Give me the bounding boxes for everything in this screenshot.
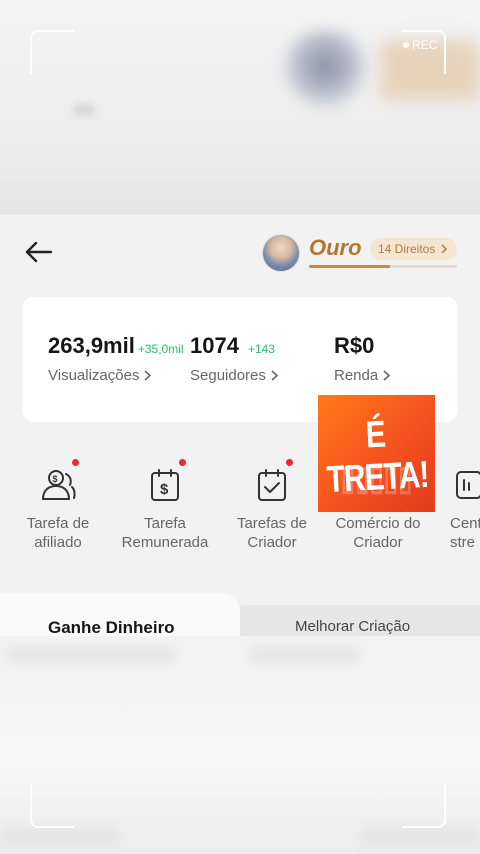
blurred-content	[360, 826, 480, 848]
blurred-text	[74, 104, 94, 116]
level-progress-bar	[309, 265, 457, 268]
notification-dot	[179, 459, 186, 466]
stat-value: 263,9mil	[48, 333, 135, 358]
tab-bar: Ganhe Dinheiro Melhorar Criação	[0, 593, 480, 645]
tab-label: Ganhe Dinheiro	[48, 618, 175, 637]
sticker-text-shadow: ▯▯▯▯▯	[340, 458, 413, 498]
stat-label: Renda	[334, 367, 379, 384]
blurred-content	[250, 646, 360, 664]
blurred-content	[0, 826, 120, 848]
avatar[interactable]	[262, 234, 300, 272]
blurred-background-top	[0, 0, 480, 215]
stat-views-link[interactable]: Visualizações	[48, 367, 184, 384]
treta-sticker-image: É TRETA! ▯▯▯▯▯	[318, 395, 435, 512]
tool-label: Tarefa de afiliado	[26, 515, 90, 551]
notification-dot	[72, 459, 79, 466]
blurred-background-bottom	[0, 636, 480, 854]
svg-text:$: $	[53, 474, 58, 484]
chevron-right-icon	[271, 370, 278, 381]
stat-followers-link[interactable]: Seguidores	[190, 367, 278, 384]
stat-value: 1074	[190, 333, 239, 358]
tool-live-center[interactable]: Cent stre	[432, 465, 480, 552]
stat-value: R$0	[334, 333, 375, 358]
level-progress-fill	[309, 265, 391, 268]
recording-label: REC	[412, 38, 438, 52]
stat-label: Visualizações	[48, 367, 140, 384]
back-arrow-icon	[25, 241, 53, 263]
tool-label: Tarefas de Criador	[236, 515, 308, 551]
chevron-right-icon	[144, 370, 152, 381]
stat-delta: +143	[247, 342, 275, 356]
dollar-calendar-icon: $	[145, 459, 186, 505]
recording-dot-icon	[403, 42, 409, 48]
stat-income: R$0 Renda	[334, 333, 391, 384]
notification-dot	[286, 459, 293, 466]
chevron-right-icon	[383, 370, 391, 381]
affiliate-people-dollar-icon: $	[38, 459, 79, 505]
chevron-right-icon	[441, 244, 448, 254]
stat-delta: +35,0mil	[137, 342, 184, 356]
stat-income-link[interactable]: Renda	[334, 367, 391, 384]
live-center-icon	[450, 465, 480, 505]
tool-label: Cent stre	[450, 515, 480, 551]
level-name: Ouro	[309, 235, 362, 260]
tab-earn-money[interactable]: Ganhe Dinheiro	[0, 593, 240, 638]
creator-center-panel: Ouro 14 Direitos 263,9mil +35,0mil Visua…	[0, 215, 480, 635]
tool-label: Tarefa Remunerada	[121, 515, 209, 551]
rights-button[interactable]: 14 Direitos	[370, 238, 458, 260]
svg-text:$: $	[160, 481, 169, 498]
tool-label: Comércio do Criador	[335, 515, 421, 551]
header: Ouro 14 Direitos	[0, 215, 480, 285]
blurred-avatar	[280, 30, 370, 110]
blurred-content	[6, 646, 176, 664]
tool-affiliate-task[interactable]: $ Tarefa de afiliado	[8, 459, 108, 552]
recording-indicator: REC	[403, 38, 437, 52]
stat-followers: 1074 +143 Seguidores	[190, 333, 278, 384]
tab-label: Melhorar Criação	[295, 618, 411, 635]
tool-creator-tasks[interactable]: Tarefas de Criador	[222, 459, 322, 552]
rights-label: 14 Direitos	[378, 242, 436, 256]
calendar-check-icon	[252, 459, 293, 505]
stat-views: 263,9mil +35,0mil Visualizações	[48, 333, 184, 384]
back-button[interactable]	[20, 237, 56, 267]
stat-label: Seguidores	[190, 367, 266, 384]
tool-paid-task[interactable]: $ Tarefa Remunerada	[115, 459, 215, 552]
